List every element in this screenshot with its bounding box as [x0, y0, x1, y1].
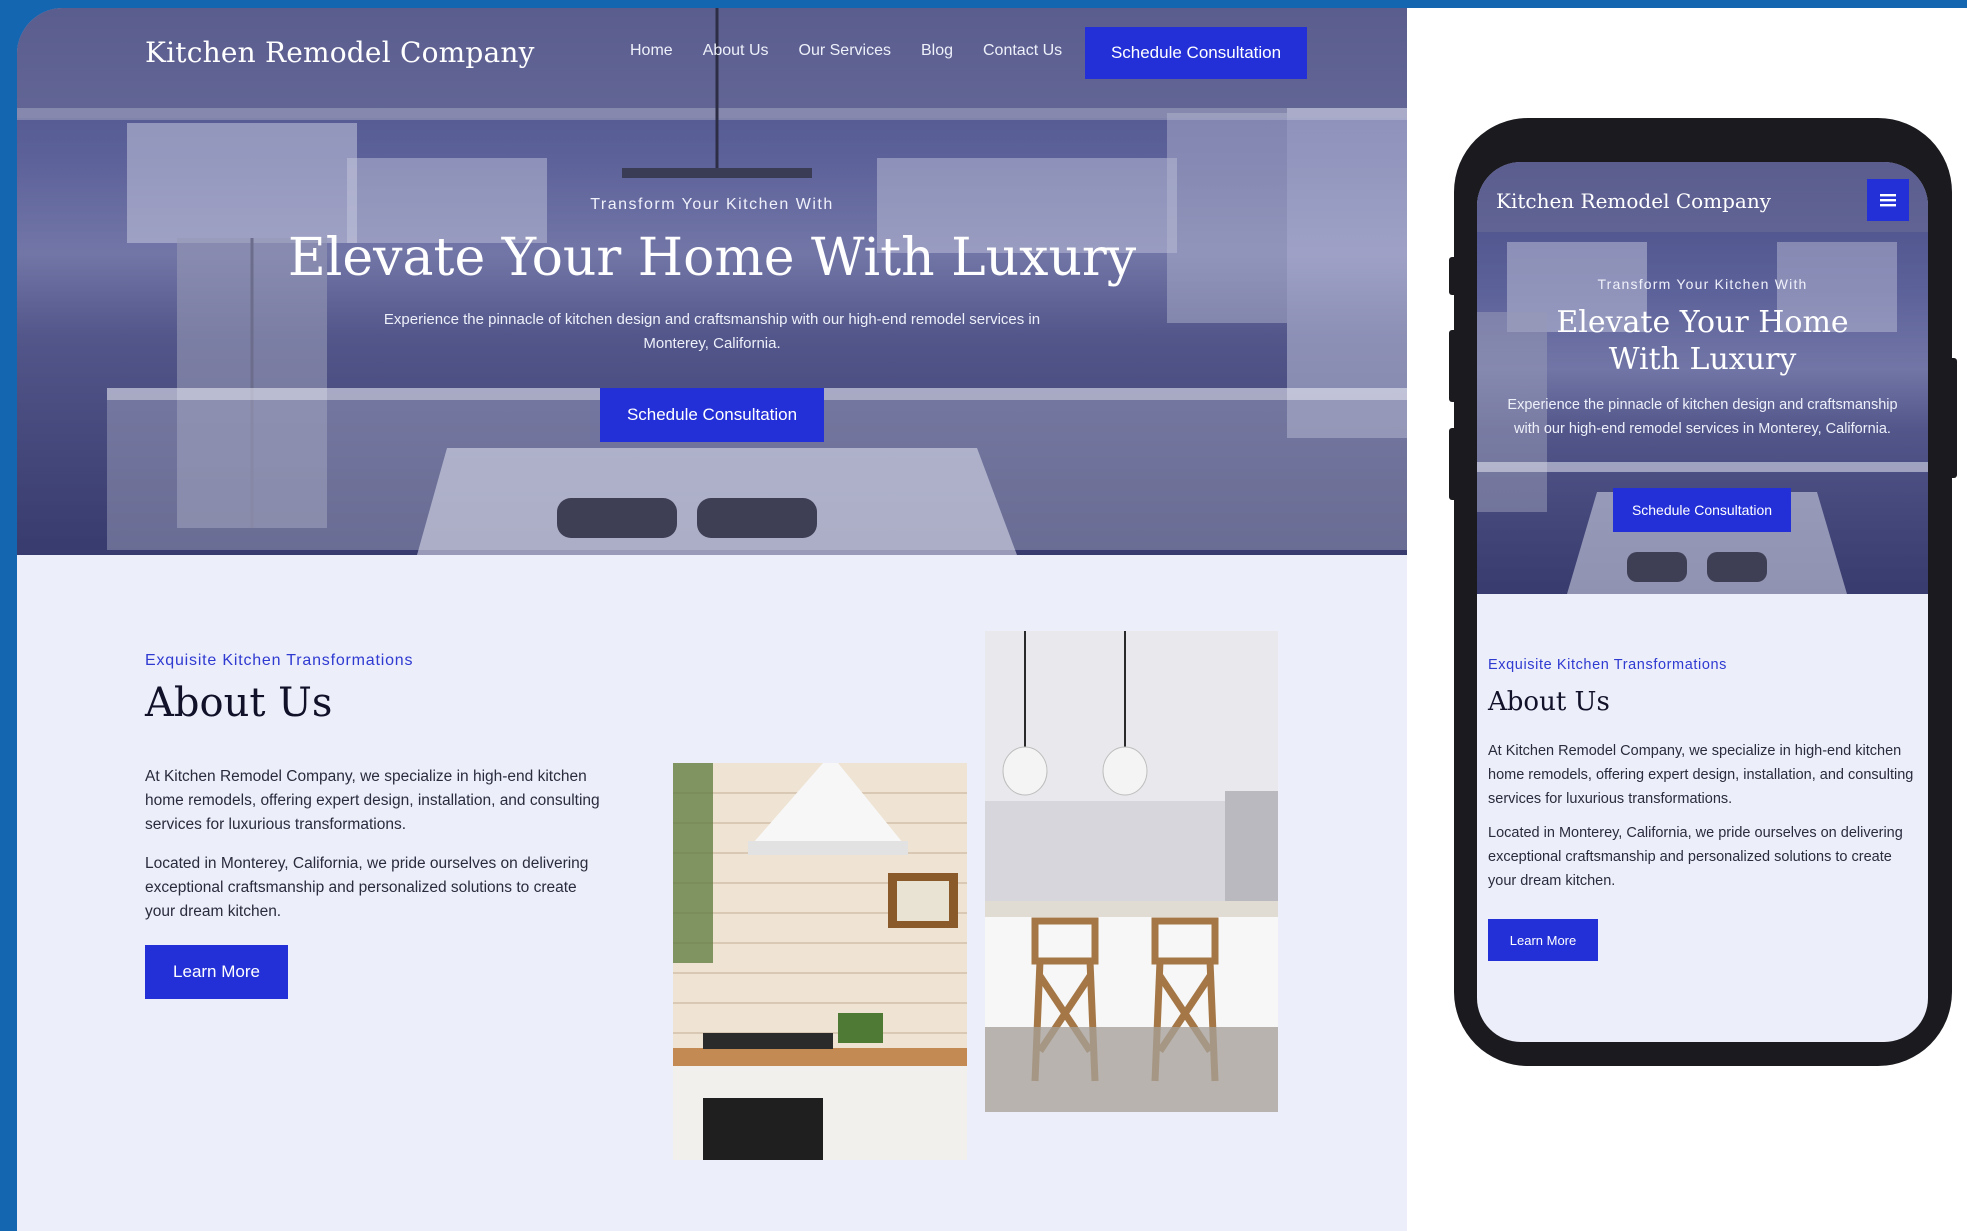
mobile-about-paragraph-2: Located in Monterey, California, we prid…	[1488, 825, 1903, 889]
desktop-mockup: Kitchen Remodel Company Home About Us Ou…	[17, 8, 1407, 1231]
nav-contact[interactable]: Contact Us	[983, 42, 1062, 60]
hero-section: Kitchen Remodel Company Home About Us Ou…	[17, 8, 1407, 555]
mobile-hero-text: Experience the pinnacle of kitchen desig…	[1507, 397, 1898, 437]
phone-volume-down	[1449, 428, 1457, 500]
mobile-learn-more-button[interactable]: Learn More	[1488, 919, 1598, 961]
main-nav: Home About Us Our Services Blog Contact …	[630, 42, 1062, 60]
mobile-about-paragraph-1: At Kitchen Remodel Company, we specializ…	[1488, 743, 1914, 807]
learn-more-button[interactable]: Learn More	[145, 945, 288, 999]
nav-home[interactable]: Home	[630, 42, 673, 60]
about-paragraph-1: At Kitchen Remodel Company, we specializ…	[145, 768, 600, 833]
about-eyebrow: Exquisite Kitchen Transformations	[145, 652, 414, 669]
mobile-about-eyebrow: Exquisite Kitchen Transformations	[1488, 657, 1728, 673]
phone-volume-up	[1449, 330, 1457, 402]
kitchen-island-image	[985, 631, 1278, 1112]
mobile-about-title: About Us	[1488, 687, 1610, 717]
about-paragraph-2: Located in Monterey, California, we prid…	[145, 855, 589, 920]
mobile-hero-section: Kitchen Remodel Company Transform Your K…	[1477, 162, 1928, 594]
nav-blog[interactable]: Blog	[921, 42, 953, 60]
phone-power-button	[1949, 358, 1957, 478]
hero-schedule-button[interactable]: Schedule Consultation	[600, 388, 824, 442]
mobile-hero-title: Elevate Your Home With Luxury	[1556, 305, 1849, 377]
mobile-hero-eyebrow: Transform Your Kitchen With	[1597, 276, 1808, 292]
kitchen-brick-image	[673, 763, 967, 1160]
nav-about[interactable]: About Us	[703, 42, 769, 60]
hero-eyebrow: Transform Your Kitchen With	[590, 196, 834, 213]
phone-mute-switch	[1449, 257, 1457, 295]
mobile-site-logo[interactable]: Kitchen Remodel Company	[1496, 189, 1771, 213]
hero-text: Experience the pinnacle of kitchen desig…	[383, 311, 1041, 352]
hamburger-icon[interactable]	[1867, 179, 1909, 221]
hero-title: Elevate Your Home With Luxury	[287, 228, 1137, 288]
nav-services[interactable]: Our Services	[799, 42, 891, 60]
site-logo[interactable]: Kitchen Remodel Company	[145, 36, 535, 69]
about-title: About Us	[145, 680, 333, 726]
phone-screen: Kitchen Remodel Company Transform Your K…	[1477, 162, 1928, 1042]
nav-schedule-button[interactable]: Schedule Consultation	[1085, 27, 1307, 79]
mobile-schedule-button[interactable]: Schedule Consultation	[1613, 488, 1791, 532]
